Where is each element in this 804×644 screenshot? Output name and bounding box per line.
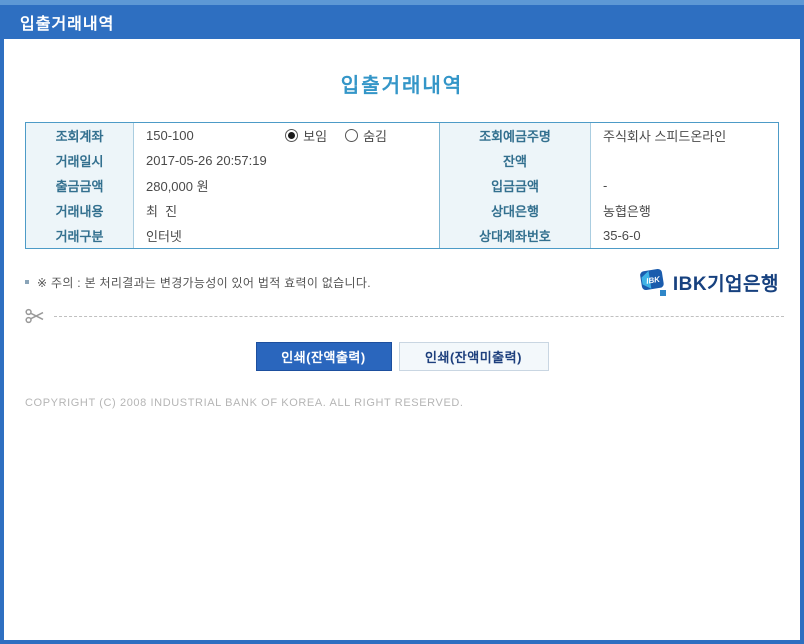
field-label-balance: 잔액 [440,148,590,173]
field-value-deposit-amount: - [590,173,778,198]
notice-text: ※ 주의 : 본 처리결과는 변경가능성이 있어 법적 효력이 없습니다. [37,274,371,291]
header-bar: 입출거래내역 [0,5,804,39]
field-value-counterpart-account: 35-6-0 [590,223,778,248]
header-title: 입출거래내역 [20,10,114,34]
radio-hide-label: 숨김 [363,126,387,145]
print-with-balance-button[interactable]: 인쇄(잔액출력) [256,342,392,371]
ibk-logo-wordmark: IBK기업은행 [673,269,779,296]
field-label-transaction-description: 거래내용 [26,198,133,223]
field-label-deposit-amount: 입금금액 [440,173,590,198]
field-value-transaction-description: 최 진 [133,198,440,223]
field-label-transaction-datetime: 거래일시 [26,148,133,173]
radio-show-label: 보임 [303,126,327,145]
notice-row: ※ 주의 : 본 처리결과는 변경가능성이 있어 법적 효력이 없습니다. IB… [25,267,779,297]
field-label-transaction-type: 거래구분 [26,223,133,248]
field-label-counterpart-account: 상대계좌번호 [440,223,590,248]
field-label-holder-name: 조회예금주명 [440,123,590,148]
field-value-withdrawal-amount: 280,000 원 [133,173,440,198]
print-without-balance-button[interactable]: 인쇄(잔액미출력) [399,342,549,371]
field-value-holder-name: 주식회사 스피드온라인 [590,123,778,148]
field-value-transaction-datetime: 2017-05-26 20:57:19 [133,148,440,173]
page-title: 입출거래내역 [4,69,800,98]
copyright-text: COPYRIGHT (C) 2008 INDUSTRIAL BANK OF KO… [25,397,800,409]
radio-item-show[interactable]: 보임 [285,126,327,145]
button-row: 인쇄(잔액출력) 인쇄(잔액미출력) [4,342,800,371]
field-value-counterpart-bank: 농협은행 [590,198,778,223]
notice-bullet [25,280,29,284]
ibk-logo: IBK IBK기업은행 [637,267,779,297]
field-label-inquiry-account: 조회계좌 [26,123,133,148]
page: 입출거래내역 입출거래내역 조회계좌 150-100 보임 숨김 [0,0,804,644]
transaction-info-table: 조회계좌 150-100 보임 숨김 조회예금주명 주식회사 스피드온라인 거래 [25,122,779,249]
scissors-icon [25,307,46,325]
radio-show-icon[interactable] [285,129,298,142]
field-value-inquiry-account: 150-100 보임 숨김 [133,123,440,148]
cut-dashed-line [54,316,784,317]
field-value-transaction-type: 인터넷 [133,223,440,248]
radio-item-hide[interactable]: 숨김 [345,126,387,145]
ibk-logo-icon: IBK [637,267,669,297]
field-label-withdrawal-amount: 출금금액 [26,173,133,198]
account-visibility-radio-group: 보임 숨김 [285,126,387,145]
field-label-counterpart-bank: 상대은행 [440,198,590,223]
field-value-balance [590,148,778,173]
radio-hide-icon[interactable] [345,129,358,142]
content-area: 입출거래내역 조회계좌 150-100 보임 숨김 조회예금주명 주식 [4,39,800,409]
inquiry-account-number: 150-100 [146,128,194,143]
cut-row [25,307,784,325]
